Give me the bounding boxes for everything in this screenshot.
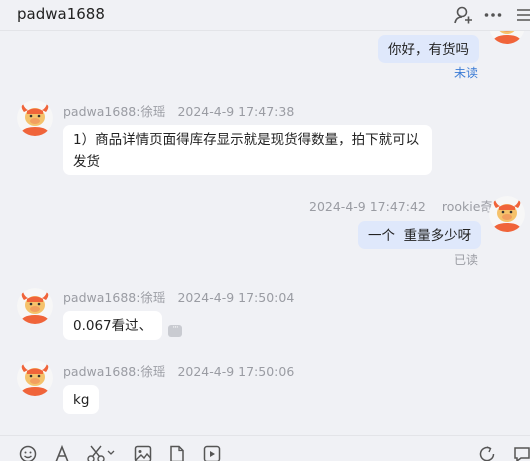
menu-icon[interactable] (514, 5, 530, 25)
message-time: 2024-4-9 17:50:04 (177, 290, 295, 305)
message-time: 2024-4-9 17:50:06 (177, 364, 295, 379)
message-meta: padwa1688:徐瑶 2024-4-9 17:47:38 (63, 101, 294, 120)
font-icon[interactable] (53, 445, 71, 461)
avatar[interactable] (17, 100, 53, 136)
emoji-icon[interactable] (19, 445, 37, 461)
message-status-unread: 未读 (454, 66, 479, 80)
avatar[interactable] (17, 360, 53, 396)
sender-name: rookie奇 (441, 199, 493, 214)
message-status-read: 已读 (454, 253, 479, 267)
message-time: 2024-4-9 17:47:38 (177, 104, 295, 119)
chat-header: padwa1688 (0, 0, 530, 31)
file-icon[interactable] (168, 445, 186, 461)
message-bubble[interactable]: 一个 重量多少呀 (358, 221, 482, 249)
add-user-icon[interactable] (453, 5, 473, 25)
input-toolbar (0, 435, 530, 461)
message-more-icon[interactable]: ··· (168, 324, 182, 337)
message-bubble[interactable]: 0.067看过、 (63, 311, 163, 340)
message-bubble[interactable]: 你好，有货吗 (378, 35, 479, 63)
sender-name: padwa1688:徐瑶 (63, 104, 166, 119)
chat-icon[interactable] (513, 445, 530, 461)
message-time: 2024-4-9 17:47:42 (309, 199, 426, 214)
scissors-icon[interactable] (87, 445, 115, 461)
avatar[interactable] (489, 196, 525, 232)
more-icon[interactable] (483, 5, 503, 25)
chat-title: padwa1688 (17, 5, 105, 23)
quick-reply-icon[interactable] (478, 445, 496, 461)
sender-name: padwa1688:徐瑶 (63, 364, 166, 379)
video-icon[interactable] (203, 445, 221, 461)
avatar[interactable] (17, 288, 53, 324)
sender-name: padwa1688:徐瑶 (63, 290, 166, 305)
message-bubble[interactable]: 1）商品详情页面得库存显示就是现货得数量，拍下就可以发货 (63, 125, 432, 175)
image-icon[interactable] (134, 445, 152, 461)
message-bubble[interactable]: kg (63, 385, 100, 414)
message-meta: padwa1688:徐瑶 2024-4-9 17:50:04 (63, 287, 294, 306)
message-meta: 2024-4-9 17:47:42 rookie奇 (309, 196, 493, 215)
message-meta: padwa1688:徐瑶 2024-4-9 17:50:06 (63, 361, 294, 380)
